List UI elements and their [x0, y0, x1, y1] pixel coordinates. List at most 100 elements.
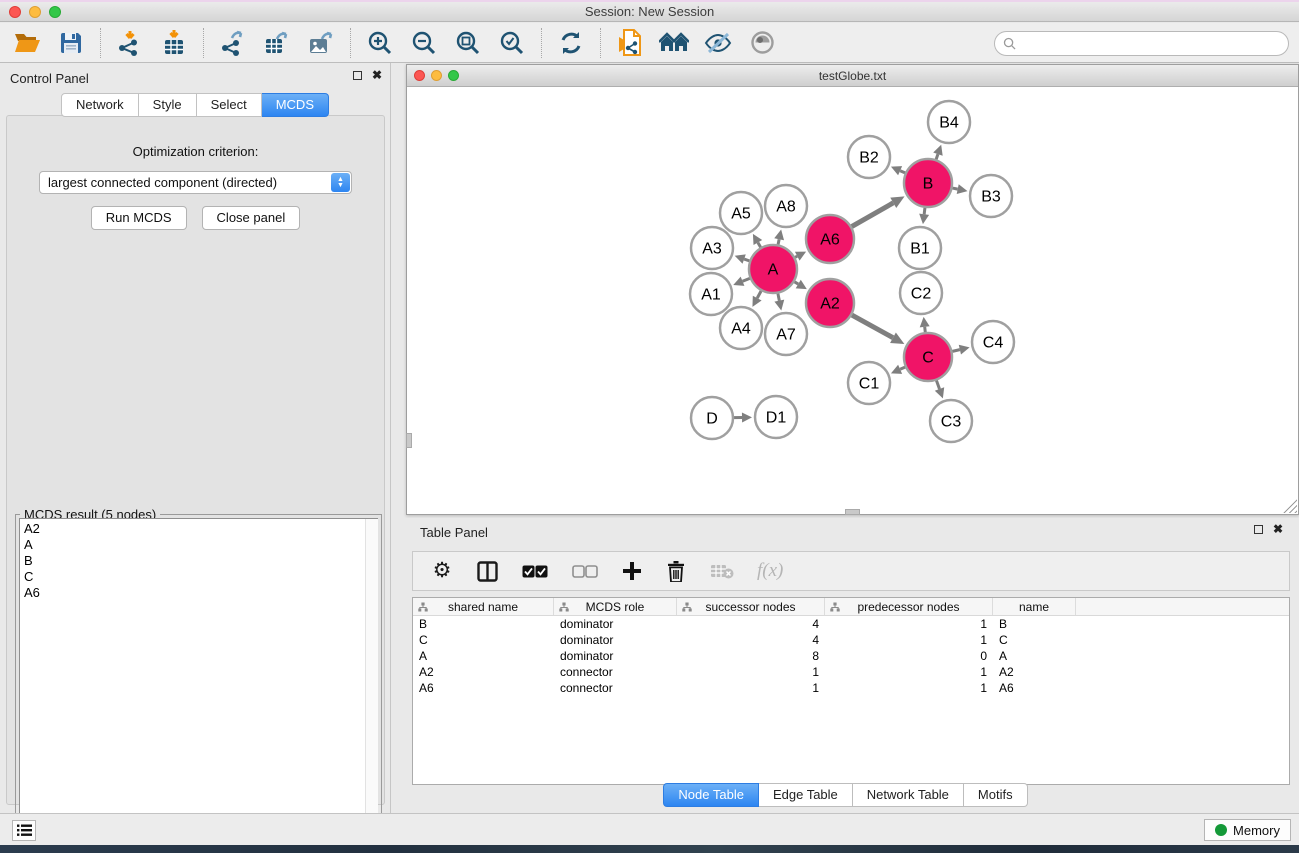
zoom-fit-icon[interactable] — [453, 28, 483, 58]
node-A5[interactable]: A5 — [720, 192, 762, 234]
edge-A6-B[interactable] — [852, 203, 894, 227]
left-grip-handle[interactable] — [406, 433, 412, 448]
zoom-out-icon[interactable] — [409, 28, 439, 58]
delete-table-icon[interactable] — [709, 556, 735, 586]
search-box[interactable] — [994, 31, 1289, 56]
edge-A-A3[interactable] — [744, 259, 749, 261]
close-panel-icon[interactable]: ✖ — [372, 71, 382, 80]
run-mcds-button[interactable]: Run MCDS — [91, 206, 187, 230]
table-row[interactable]: Bdominator41B — [413, 616, 1289, 632]
network-canvas[interactable]: AA1A2A3A4A5A6A7A8BB1B2B3B4CC1C2C3C4DD1 — [407, 87, 1298, 514]
table-cell[interactable]: A — [413, 649, 554, 663]
table-cell[interactable]: 1 — [677, 681, 825, 695]
edge-A-A6[interactable] — [795, 256, 797, 257]
float-table-panel-icon[interactable] — [1254, 525, 1263, 534]
edge-A-A2[interactable] — [794, 282, 798, 284]
table-cell[interactable]: A2 — [993, 665, 1076, 679]
result-scrollbar[interactable] — [365, 519, 378, 846]
show-all-networks-icon[interactable] — [659, 28, 689, 58]
tab-mcds[interactable]: MCDS — [262, 93, 329, 117]
table-cell[interactable]: 1 — [825, 617, 993, 631]
edge-A2-C[interactable] — [852, 315, 893, 338]
edge-B-B2[interactable] — [900, 171, 905, 173]
node-B4[interactable]: B4 — [928, 101, 970, 143]
tab-network[interactable]: Network — [61, 93, 139, 117]
add-column-icon[interactable] — [621, 556, 643, 586]
edge-B-B1[interactable] — [924, 208, 925, 214]
column-header-shared-name[interactable]: shared name — [413, 598, 554, 615]
save-session-icon[interactable] — [56, 28, 86, 58]
resize-grip[interactable] — [1283, 499, 1297, 513]
import-network-icon[interactable] — [115, 28, 145, 58]
node-A1[interactable]: A1 — [690, 273, 732, 315]
table-cell[interactable]: A2 — [413, 665, 554, 679]
node-A4[interactable]: A4 — [720, 307, 762, 349]
close-panel-button[interactable]: Close panel — [202, 206, 301, 230]
float-panel-icon[interactable] — [353, 71, 362, 80]
node-A2[interactable]: A2 — [806, 279, 854, 327]
column-header-successor-nodes[interactable]: successor nodes — [677, 598, 825, 615]
tab-select[interactable]: Select — [197, 93, 262, 117]
table-cell[interactable]: 1 — [677, 665, 825, 679]
table-cell[interactable]: dominator — [554, 649, 677, 663]
table-cell[interactable]: A6 — [993, 681, 1076, 695]
import-table-icon[interactable] — [159, 28, 189, 58]
table-cell[interactable]: 0 — [825, 649, 993, 663]
edge-C-C4[interactable] — [952, 350, 960, 352]
export-network-icon[interactable] — [218, 28, 248, 58]
node-B1[interactable]: B1 — [899, 227, 941, 269]
node-B[interactable]: B — [904, 159, 952, 207]
column-header-predecessor-nodes[interactable]: predecessor nodes — [825, 598, 993, 615]
table-cell[interactable]: 8 — [677, 649, 825, 663]
edge-B-B4[interactable] — [936, 154, 938, 159]
function-builder-icon[interactable]: f(x) — [757, 560, 783, 582]
clone-network-icon[interactable] — [615, 28, 645, 58]
table-cell[interactable]: B — [413, 617, 554, 631]
export-table-icon[interactable] — [262, 28, 292, 58]
zoom-in-icon[interactable] — [365, 28, 395, 58]
node-A[interactable]: A — [749, 245, 797, 293]
tab-edge-table[interactable]: Edge Table — [759, 783, 853, 807]
task-history-button[interactable] — [12, 820, 36, 841]
memory-button[interactable]: Memory — [1204, 819, 1291, 841]
edge-A-A8[interactable] — [778, 239, 779, 244]
table-row[interactable]: Adominator80A — [413, 648, 1289, 664]
table-cell[interactable]: C — [413, 633, 554, 647]
result-item[interactable]: A2 — [24, 521, 377, 537]
edge-B-B3[interactable] — [952, 188, 957, 189]
export-image-icon[interactable] — [306, 28, 336, 58]
unselect-all-columns-icon[interactable] — [571, 556, 599, 586]
result-item[interactable]: A — [24, 537, 377, 553]
show-panels-icon[interactable] — [747, 28, 777, 58]
table-cell[interactable]: dominator — [554, 617, 677, 631]
edge-A-A5[interactable] — [758, 243, 761, 248]
tab-style[interactable]: Style — [139, 93, 197, 117]
edge-A-A7[interactable] — [778, 294, 779, 301]
table-cell[interactable]: 1 — [825, 633, 993, 647]
node-C1[interactable]: C1 — [848, 362, 890, 404]
bottom-grip-handle[interactable] — [845, 509, 860, 515]
table-row[interactable]: A6connector11A6 — [413, 680, 1289, 696]
edge-C-C1[interactable] — [900, 367, 905, 369]
node-C[interactable]: C — [904, 333, 952, 381]
node-A7[interactable]: A7 — [765, 313, 807, 355]
table-cell[interactable]: A6 — [413, 681, 554, 695]
edge-C-C2[interactable] — [925, 327, 926, 332]
table-cell[interactable]: 4 — [677, 633, 825, 647]
node-A8[interactable]: A8 — [765, 185, 807, 227]
result-item[interactable]: C — [24, 569, 377, 585]
hide-panels-icon[interactable] — [703, 28, 733, 58]
node-C2[interactable]: C2 — [900, 272, 942, 314]
tab-node-table[interactable]: Node Table — [663, 783, 759, 807]
zoom-selected-icon[interactable] — [497, 28, 527, 58]
delete-columns-icon[interactable] — [665, 556, 687, 586]
split-panel-icon[interactable] — [475, 556, 499, 586]
column-header-name[interactable]: name — [993, 598, 1076, 615]
table-cell[interactable]: 1 — [825, 681, 993, 695]
node-B2[interactable]: B2 — [848, 136, 890, 178]
column-header-mcds-role[interactable]: MCDS role — [554, 598, 677, 615]
table-cell[interactable]: 1 — [825, 665, 993, 679]
table-cell[interactable]: 4 — [677, 617, 825, 631]
edge-C-C3[interactable] — [936, 381, 939, 389]
edge-A-A1[interactable] — [743, 278, 750, 281]
